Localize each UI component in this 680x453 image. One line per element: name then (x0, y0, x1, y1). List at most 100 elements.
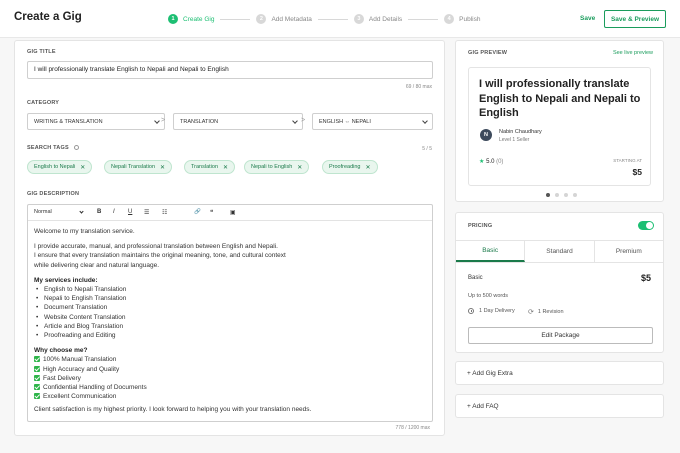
chevron-down-icon (154, 118, 160, 124)
quote-icon[interactable]: ❝ (210, 209, 213, 216)
step-publish[interactable]: 4 Publish (444, 14, 481, 24)
close-icon[interactable]: ✕ (223, 164, 228, 171)
tags-count: 5 / 5 (422, 146, 432, 152)
step-label: Create Gig (183, 15, 215, 23)
pricing-panel: PRICING Basic Standard Premium Basic $5 … (455, 212, 664, 353)
list-item: Website Content Translation (34, 313, 426, 322)
list-item: Excellent Communication (34, 392, 426, 401)
gig-form-card: GIG TITLE I will professionally translat… (14, 40, 445, 436)
checkmark-icon (34, 356, 40, 363)
editor-content[interactable]: Welcome to my translation service. I pro… (34, 227, 426, 415)
tab-standard[interactable]: Standard (525, 241, 595, 262)
gig-title-input[interactable]: I will professionally translate English … (27, 61, 433, 79)
list-item: Confidential Handling of Documents (34, 383, 426, 392)
list-item: 100% Manual Translation (34, 355, 426, 364)
tag-label: Translation (191, 164, 219, 170)
carousel-dots (546, 193, 582, 197)
why-heading: Why choose me? (34, 347, 88, 355)
search-tags-label-text: SEARCH TAGS (27, 145, 69, 151)
package-tabs: Basic Standard Premium (456, 240, 663, 263)
step-create-gig[interactable]: 1 Create Gig (168, 14, 214, 24)
edit-package-button[interactable]: Edit Package (468, 327, 653, 344)
gig-preview-label: GIG PREVIEW (468, 50, 508, 56)
format-select[interactable]: Normal (34, 209, 52, 215)
reason-text: Confidential Handling of Documents (43, 384, 147, 392)
rating-value: 5.0 (486, 159, 495, 165)
tag-label: Proofreading (329, 164, 361, 170)
close-icon[interactable]: ✕ (160, 164, 165, 171)
save-button[interactable]: Save (580, 15, 595, 22)
bold-button[interactable]: B (97, 209, 101, 215)
tab-premium[interactable]: Premium (595, 241, 663, 262)
step-number: 1 (168, 14, 178, 24)
seller-level: Level 1 Seller (499, 137, 530, 143)
progress-stepper: 1 Create Gig 2 Add Metadata 3 Add Detail… (168, 13, 481, 25)
carousel-dot[interactable] (573, 193, 577, 197)
add-faq-button[interactable]: + Add FAQ (467, 403, 499, 410)
service-type-select[interactable]: ENGLISH ⇔ NEPALI (312, 113, 433, 130)
tab-basic[interactable]: Basic (456, 241, 526, 262)
package-description: Up to 500 words (468, 293, 509, 299)
step-connector (317, 18, 348, 20)
save-and-preview-button[interactable]: Save & Preview (604, 10, 666, 28)
page-title: Create a Gig (14, 11, 82, 23)
italic-button[interactable]: I (113, 209, 115, 215)
pricing-toggle[interactable] (638, 221, 654, 230)
subcategory-select[interactable]: TRANSLATION (173, 113, 303, 130)
pricing-label: PRICING (468, 223, 493, 229)
step-add-details[interactable]: 3 Add Details (353, 14, 403, 24)
description-editor[interactable]: Normal B I U ☰ ☷ 🔗 ❝ ▣ Welcome to my tra… (27, 204, 433, 422)
category-select[interactable]: WRITING & TRANSLATION (27, 113, 165, 130)
checkmark-icon (34, 384, 40, 391)
close-icon[interactable]: ✕ (366, 164, 371, 171)
seller-name: Nabin Chaudhary (499, 129, 542, 135)
list-item: English to Nepali Translation (34, 285, 426, 294)
see-live-preview-link[interactable]: See live preview (613, 50, 653, 56)
refresh-icon: ⟳ (528, 309, 534, 316)
chevron-down-icon (422, 118, 428, 124)
checkmark-icon (34, 393, 40, 400)
add-faq-panel[interactable]: + Add FAQ (455, 394, 664, 418)
tag-label: Nepali to English (251, 164, 293, 170)
bullet-list-icon[interactable]: ☰ (144, 209, 149, 216)
info-icon[interactable] (73, 145, 79, 150)
delivery-text: 1 Day Delivery (479, 308, 515, 314)
chevron-right-icon: > (301, 117, 306, 124)
carousel-dot[interactable] (546, 193, 550, 197)
preview-card[interactable]: I will professionally translate English … (468, 67, 651, 186)
step-label: Add Details (368, 15, 403, 23)
avatar: N (480, 129, 492, 141)
editor-paragraph: Client satisfaction is my highest priori… (34, 406, 312, 414)
star-icon: ★ (479, 159, 485, 165)
category-label: CATEGORY (27, 100, 60, 106)
link-icon[interactable]: 🔗 (194, 209, 201, 215)
close-icon[interactable]: ✕ (80, 164, 85, 171)
step-number: 4 (444, 14, 455, 24)
step-number: 2 (256, 14, 267, 24)
reason-text: 100% Manual Translation (43, 356, 117, 364)
step-add-metadata[interactable]: 2 Add Metadata (256, 14, 312, 24)
gig-description-label: GIG DESCRIPTION (27, 191, 80, 197)
underline-button[interactable]: U (128, 209, 132, 215)
list-item: High Accuracy and Quality (34, 365, 426, 374)
add-gig-extra-panel[interactable]: + Add Gig Extra (455, 361, 664, 385)
editor-paragraph: while delivering clear and natural langu… (34, 261, 160, 269)
editor-paragraph: Welcome to my translation service. (34, 228, 135, 235)
step-label: Add Metadata (271, 15, 312, 23)
list-item: Fast Delivery (34, 374, 426, 383)
carousel-dot[interactable] (555, 193, 559, 197)
gig-title-label: GIG TITLE (27, 49, 56, 55)
service-type-value: ENGLISH ⇔ NEPALI (319, 118, 371, 125)
tag-label: English to Nepali (34, 164, 76, 170)
image-icon[interactable]: ▣ (230, 209, 236, 216)
numbered-list-icon[interactable]: ☷ (162, 209, 167, 216)
reason-text: High Accuracy and Quality (43, 365, 120, 373)
add-gig-extra-button[interactable]: + Add Gig Extra (467, 370, 513, 377)
services-heading: My services include: (34, 276, 98, 284)
subcategory-value: TRANSLATION (180, 118, 219, 125)
carousel-dot[interactable] (564, 193, 568, 197)
close-icon[interactable]: ✕ (297, 164, 302, 171)
list-item: Nepali to English Translation (34, 294, 426, 303)
preview-gig-title: I will professionally translate English … (479, 78, 641, 119)
package-price: $5 (640, 273, 651, 283)
